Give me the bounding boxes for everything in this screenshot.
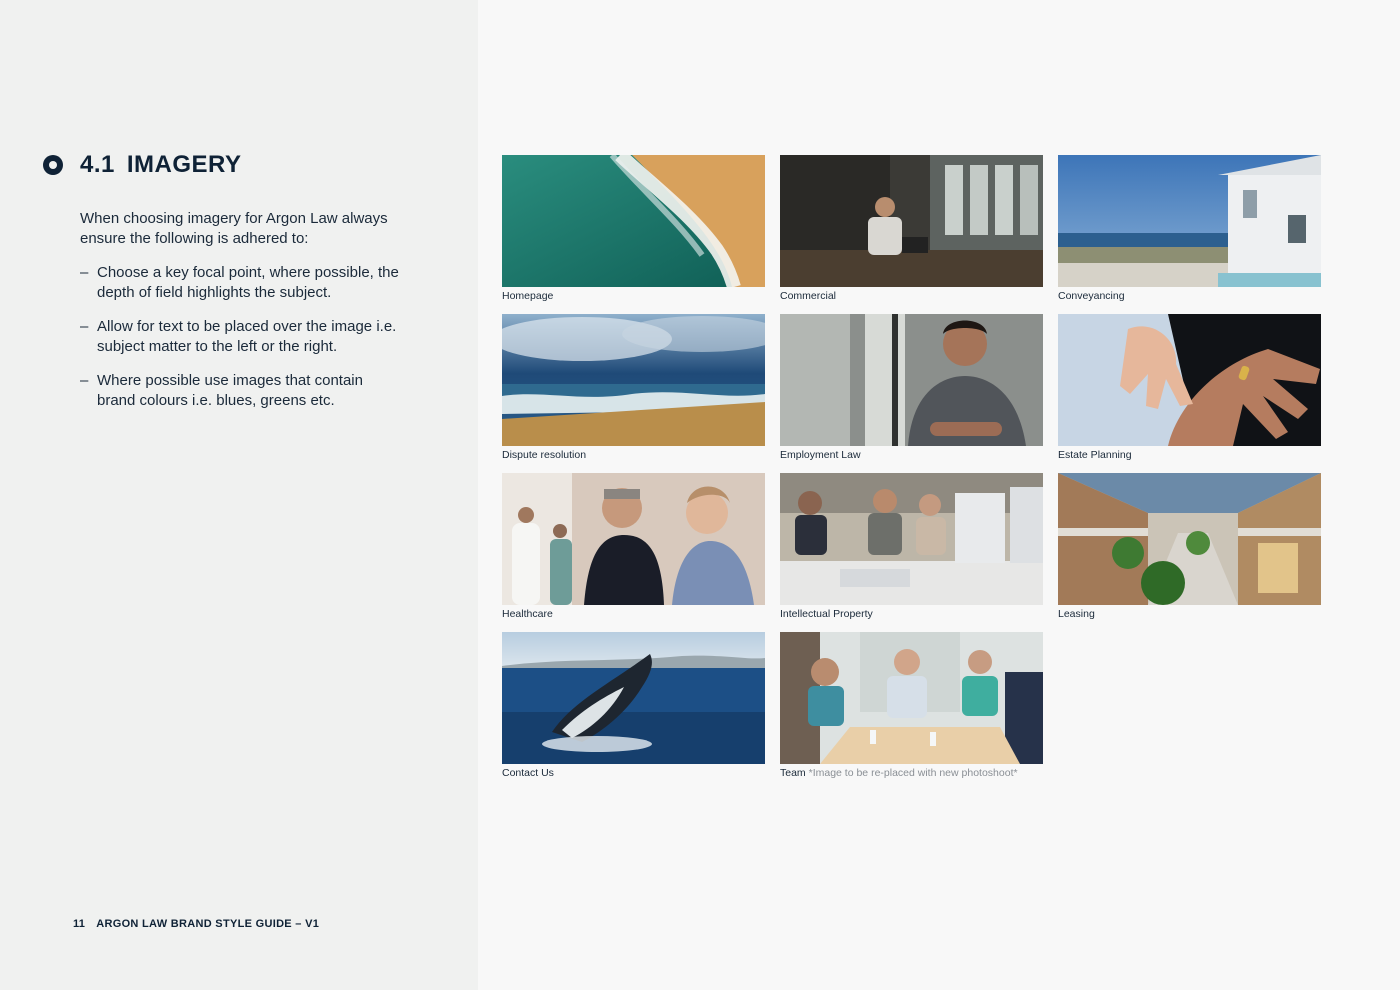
tile-caption: Leasing (1058, 607, 1321, 621)
page-footer: 11 ARGON LAW BRAND STYLE GUIDE – V1 (73, 918, 319, 930)
dash-bullet: – (80, 264, 89, 281)
gallery-tile-healthcare: Healthcare (502, 473, 765, 623)
leasing-photo (1058, 473, 1321, 605)
estate-planning-photo (1058, 314, 1321, 446)
guideline-text: Allow for text to be placed over the ima… (97, 318, 397, 355)
caption-text: Conveyancing (1058, 290, 1125, 302)
section-number: 4.1 (80, 151, 115, 178)
tile-caption: Employment Law (780, 448, 1043, 462)
contact-us-photo (502, 632, 765, 764)
dash-bullet: – (80, 318, 89, 335)
caption-text: Commercial (780, 290, 837, 302)
caption-text: Estate Planning (1058, 449, 1132, 461)
caption-text: Homepage (502, 290, 554, 302)
footer-label: ARGON LAW BRAND STYLE GUIDE – V1 (96, 918, 320, 930)
gallery-tile-estate-planning: Estate Planning (1058, 314, 1321, 464)
gallery-tile-dispute-resolution: Dispute resolution (502, 314, 765, 464)
gallery-tile-conveyancing: Conveyancing (1058, 155, 1321, 305)
guideline-text: Where possible use images that contain b… (97, 372, 363, 409)
page-number: 11 (73, 918, 86, 930)
caption-text: Team (780, 767, 806, 779)
section-heading: 4.1 IMAGERY (43, 150, 242, 180)
dispute-resolution-photo (502, 314, 765, 446)
tile-caption: Dispute resolution (502, 448, 765, 462)
caption-text: Healthcare (502, 608, 553, 620)
gallery-tile-employment-law: Employment Law (780, 314, 1043, 464)
caption-text: Dispute resolution (502, 449, 587, 461)
tile-caption: Healthcare (502, 607, 765, 621)
commercial-photo (780, 155, 1043, 287)
section-bullet-icon (43, 155, 63, 175)
gallery-tile-team: Team *Image to be re-placed with new pho… (780, 632, 1043, 782)
tile-caption: Estate Planning (1058, 448, 1321, 462)
homepage-photo (502, 155, 765, 287)
tile-caption: Conveyancing (1058, 289, 1321, 303)
gallery-tile-intellectual-property: Intellectual Property (780, 473, 1043, 623)
guideline-item: – Choose a key focal point, where possib… (80, 263, 400, 303)
gallery-tile-commercial: Commercial (780, 155, 1043, 305)
healthcare-photo (502, 473, 765, 605)
gallery-tile-contact-us: Contact Us (502, 632, 765, 782)
caption-text: Leasing (1058, 608, 1095, 620)
caption-text: Intellectual Property (780, 608, 873, 620)
left-text-panel: 4.1 IMAGERY When choosing imagery for Ar… (0, 0, 478, 990)
tile-caption: Intellectual Property (780, 607, 1043, 621)
caption-text: Contact Us (502, 767, 554, 779)
intro-paragraph: When choosing imagery for Argon Law alwa… (80, 210, 388, 247)
tile-caption: Contact Us (502, 766, 765, 780)
gallery-tile-homepage: Homepage (502, 155, 765, 305)
guideline-text: Choose a key focal point, where possible… (97, 264, 399, 301)
tile-caption: Commercial (780, 289, 1043, 303)
gallery-tile-leasing: Leasing (1058, 473, 1321, 623)
guidelines-list: – Choose a key focal point, where possib… (80, 263, 400, 425)
dash-bullet: – (80, 372, 89, 389)
conveyancing-photo (1058, 155, 1321, 287)
guideline-item: – Where possible use images that contain… (80, 371, 400, 411)
section-title: IMAGERY (126, 151, 242, 178)
caption-note: *Image to be re-placed with new photosho… (808, 767, 1018, 779)
employment-law-photo (780, 314, 1043, 446)
team-photo (780, 632, 1043, 764)
guideline-item: – Allow for text to be placed over the i… (80, 317, 400, 357)
caption-text: Employment Law (780, 449, 861, 461)
tile-caption: Homepage (502, 289, 765, 303)
intellectual-property-photo (780, 473, 1043, 605)
tile-caption: Team *Image to be re-placed with new pho… (780, 766, 1043, 780)
